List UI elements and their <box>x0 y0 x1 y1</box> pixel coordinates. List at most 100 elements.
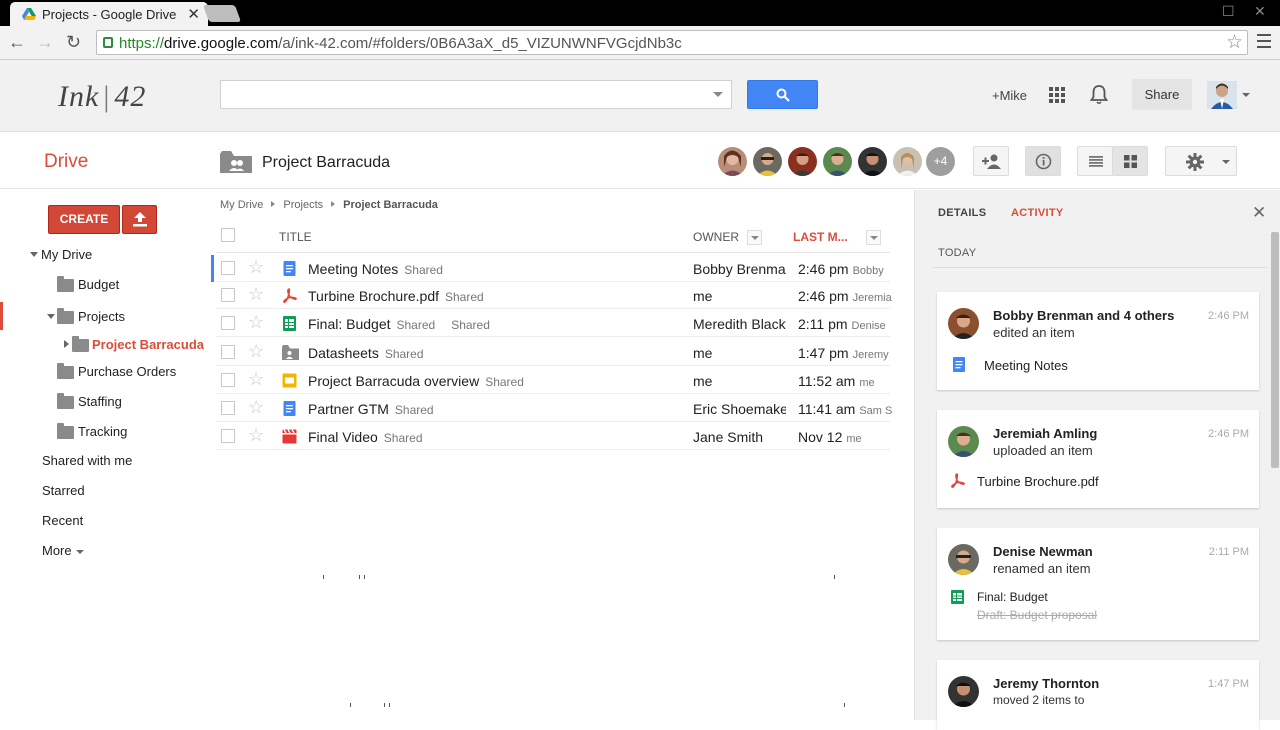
collaborator-avatar[interactable] <box>788 147 817 176</box>
reload-icon[interactable]: ↻ <box>66 32 81 53</box>
collaborator-avatar[interactable] <box>823 147 852 176</box>
star-icon[interactable]: ☆ <box>248 257 264 278</box>
more-collaborators-badge[interactable]: +4 <box>926 147 955 176</box>
file-name-cell[interactable]: Final Video Shared <box>308 429 423 445</box>
owner-sort-icon[interactable] <box>747 230 762 245</box>
apps-grid-icon[interactable] <box>1049 87 1065 103</box>
search-input[interactable] <box>220 80 732 109</box>
star-icon[interactable]: ☆ <box>248 284 264 305</box>
file-name-cell[interactable]: Datasheets Shared <box>308 345 424 361</box>
plus-user-link[interactable]: +Mike <box>992 88 1027 103</box>
address-toolbar: ← → ↻ https://drive.google.com/a/ink-42.… <box>0 26 1280 60</box>
back-icon[interactable]: ← <box>8 32 26 53</box>
file-row[interactable]: ☆ Partner GTM Shared Eric Shoemaker 11:41 am… <box>216 394 892 422</box>
file-name-cell[interactable]: Project Barracuda overview Shared <box>308 373 524 389</box>
sidebar-item-purchase-orders[interactable]: Purchase Orders <box>78 364 176 379</box>
collaborator-avatar[interactable] <box>858 147 887 176</box>
search-options-icon[interactable] <box>713 92 723 97</box>
column-last-modified[interactable]: LAST M... <box>793 230 848 244</box>
select-all-checkbox[interactable] <box>221 228 235 242</box>
row-checkbox[interactable] <box>221 373 235 387</box>
project-barracuda-expand-icon[interactable] <box>64 340 69 348</box>
user-avatar[interactable] <box>1207 81 1237 109</box>
sidebar-item-more[interactable]: More <box>42 543 84 558</box>
row-checkbox[interactable] <box>221 261 235 275</box>
bookmark-star-icon[interactable]: ☆ <box>1226 31 1243 54</box>
sidebar-item-shared-with-me[interactable]: Shared with me <box>42 453 132 468</box>
file-row[interactable]: ☆ Project Barracuda overview Shared me 11:52… <box>216 366 890 394</box>
collaborator-avatar[interactable] <box>718 147 747 176</box>
account-caret-icon[interactable] <box>1242 93 1250 97</box>
star-icon[interactable]: ☆ <box>248 425 264 446</box>
row-checkbox[interactable] <box>221 316 235 330</box>
collaborator-avatar[interactable] <box>753 147 782 176</box>
modified-sort-icon[interactable] <box>866 230 881 245</box>
close-panel-icon[interactable]: ✕ <box>1252 203 1266 223</box>
file-name-cell[interactable]: Final: Budget Shared Shared <box>308 316 490 332</box>
list-view-button[interactable] <box>1077 146 1113 176</box>
breadcrumb-item[interactable]: My Drive <box>220 199 263 211</box>
column-title[interactable]: TITLE <box>279 230 312 244</box>
new-tab-button[interactable] <box>202 5 242 22</box>
sidebar-item-projects[interactable]: Projects <box>78 309 125 324</box>
sidebar-item-project-barracuda[interactable]: Project Barracuda <box>92 337 204 352</box>
more-label: More <box>42 543 72 558</box>
file-name-cell[interactable]: Turbine Brochure.pdf Shared <box>308 288 484 304</box>
sidebar-item-recent[interactable]: Recent <box>42 513 83 528</box>
panel-scrollbar[interactable] <box>1271 232 1279 468</box>
close-window-icon[interactable]: ✕ <box>1254 3 1266 20</box>
star-icon[interactable]: ☆ <box>248 397 264 418</box>
sidebar-item-budget[interactable]: Budget <box>78 277 119 292</box>
tab-activity[interactable]: ACTIVITY <box>1011 207 1064 219</box>
activity-item[interactable]: Turbine Brochure.pdf <box>977 474 1099 489</box>
grid-view-button[interactable] <box>1112 146 1148 176</box>
sidebar-item-starred[interactable]: Starred <box>42 483 85 498</box>
sidebar-item-staffing[interactable]: Staffing <box>78 394 122 409</box>
file-row[interactable]: ☆ Datasheets Shared me 1:47 pm Jeremy <box>216 338 890 366</box>
activity-card[interactable]: Bobby Brenman and 4 others edited an ite… <box>937 292 1259 390</box>
my-drive-expand-icon[interactable] <box>30 252 38 257</box>
star-icon[interactable]: ☆ <box>248 341 264 362</box>
activity-item[interactable]: Final: Budget <box>977 590 1048 604</box>
google-slides-icon <box>282 373 297 388</box>
settings-button[interactable] <box>1165 146 1237 176</box>
column-owner[interactable]: OWNER <box>693 230 739 244</box>
drive-app-title[interactable]: Drive <box>44 151 88 173</box>
file-row[interactable]: ☆ Turbine Brochure.pdf Shared me 2:46 pm Jere… <box>216 281 892 309</box>
add-people-button[interactable] <box>973 146 1009 176</box>
browser-menu-icon[interactable] <box>1257 34 1271 48</box>
url-bar[interactable]: https://drive.google.com/a/ink-42.com/#f… <box>96 30 1248 55</box>
create-button[interactable]: CREATE <box>48 205 120 234</box>
share-button[interactable]: Share <box>1132 79 1192 110</box>
sidebar-item-my-drive[interactable]: My Drive <box>41 247 92 262</box>
projects-expand-icon[interactable] <box>47 314 55 319</box>
file-name-cell[interactable]: Partner GTM Shared <box>308 401 434 417</box>
tab-details[interactable]: DETAILS <box>938 207 986 219</box>
row-checkbox[interactable] <box>221 345 235 359</box>
file-name-cell[interactable]: Meeting Notes Shared <box>308 261 443 277</box>
star-icon[interactable]: ☆ <box>248 312 264 333</box>
close-tab-icon[interactable]: ✕ <box>187 5 200 23</box>
upload-button[interactable] <box>122 205 157 234</box>
activity-card[interactable]: Jeremiah Amling uploaded an item 2:46 PM… <box>937 410 1259 508</box>
activity-card[interactable]: Denise Newman renamed an item 2:11 PM Fi… <box>937 528 1259 640</box>
sidebar-item-tracking[interactable]: Tracking <box>78 424 127 439</box>
details-toggle-button[interactable] <box>1025 146 1061 176</box>
restore-window-icon[interactable]: ☐ <box>1222 3 1235 20</box>
file-row[interactable]: ☆ Final: Budget Shared Shared Meredith Black… <box>216 309 890 337</box>
search-button[interactable] <box>747 80 818 109</box>
file-row[interactable]: ☆ Meeting Notes Shared Bobby Brenman 2:46 pm… <box>216 254 890 282</box>
breadcrumb-item[interactable]: Projects <box>283 199 323 211</box>
forward-icon[interactable]: → <box>36 32 54 53</box>
row-checkbox[interactable] <box>221 288 235 302</box>
file-row[interactable]: ☆ Final Video Shared Jane Smith Nov 12 me <box>216 422 890 450</box>
company-logo[interactable]: Ink | 42 <box>58 80 146 114</box>
row-checkbox[interactable] <box>221 429 235 443</box>
notifications-bell-icon[interactable] <box>1090 84 1108 105</box>
row-checkbox[interactable] <box>221 401 235 415</box>
star-icon[interactable]: ☆ <box>248 369 264 390</box>
collaborator-avatar[interactable] <box>893 147 922 176</box>
activity-item[interactable]: Meeting Notes <box>984 358 1068 373</box>
browser-tab[interactable]: Projects - Google Drive ✕ <box>10 2 208 26</box>
modified-cell: 11:41 am Sam S <box>798 401 892 417</box>
